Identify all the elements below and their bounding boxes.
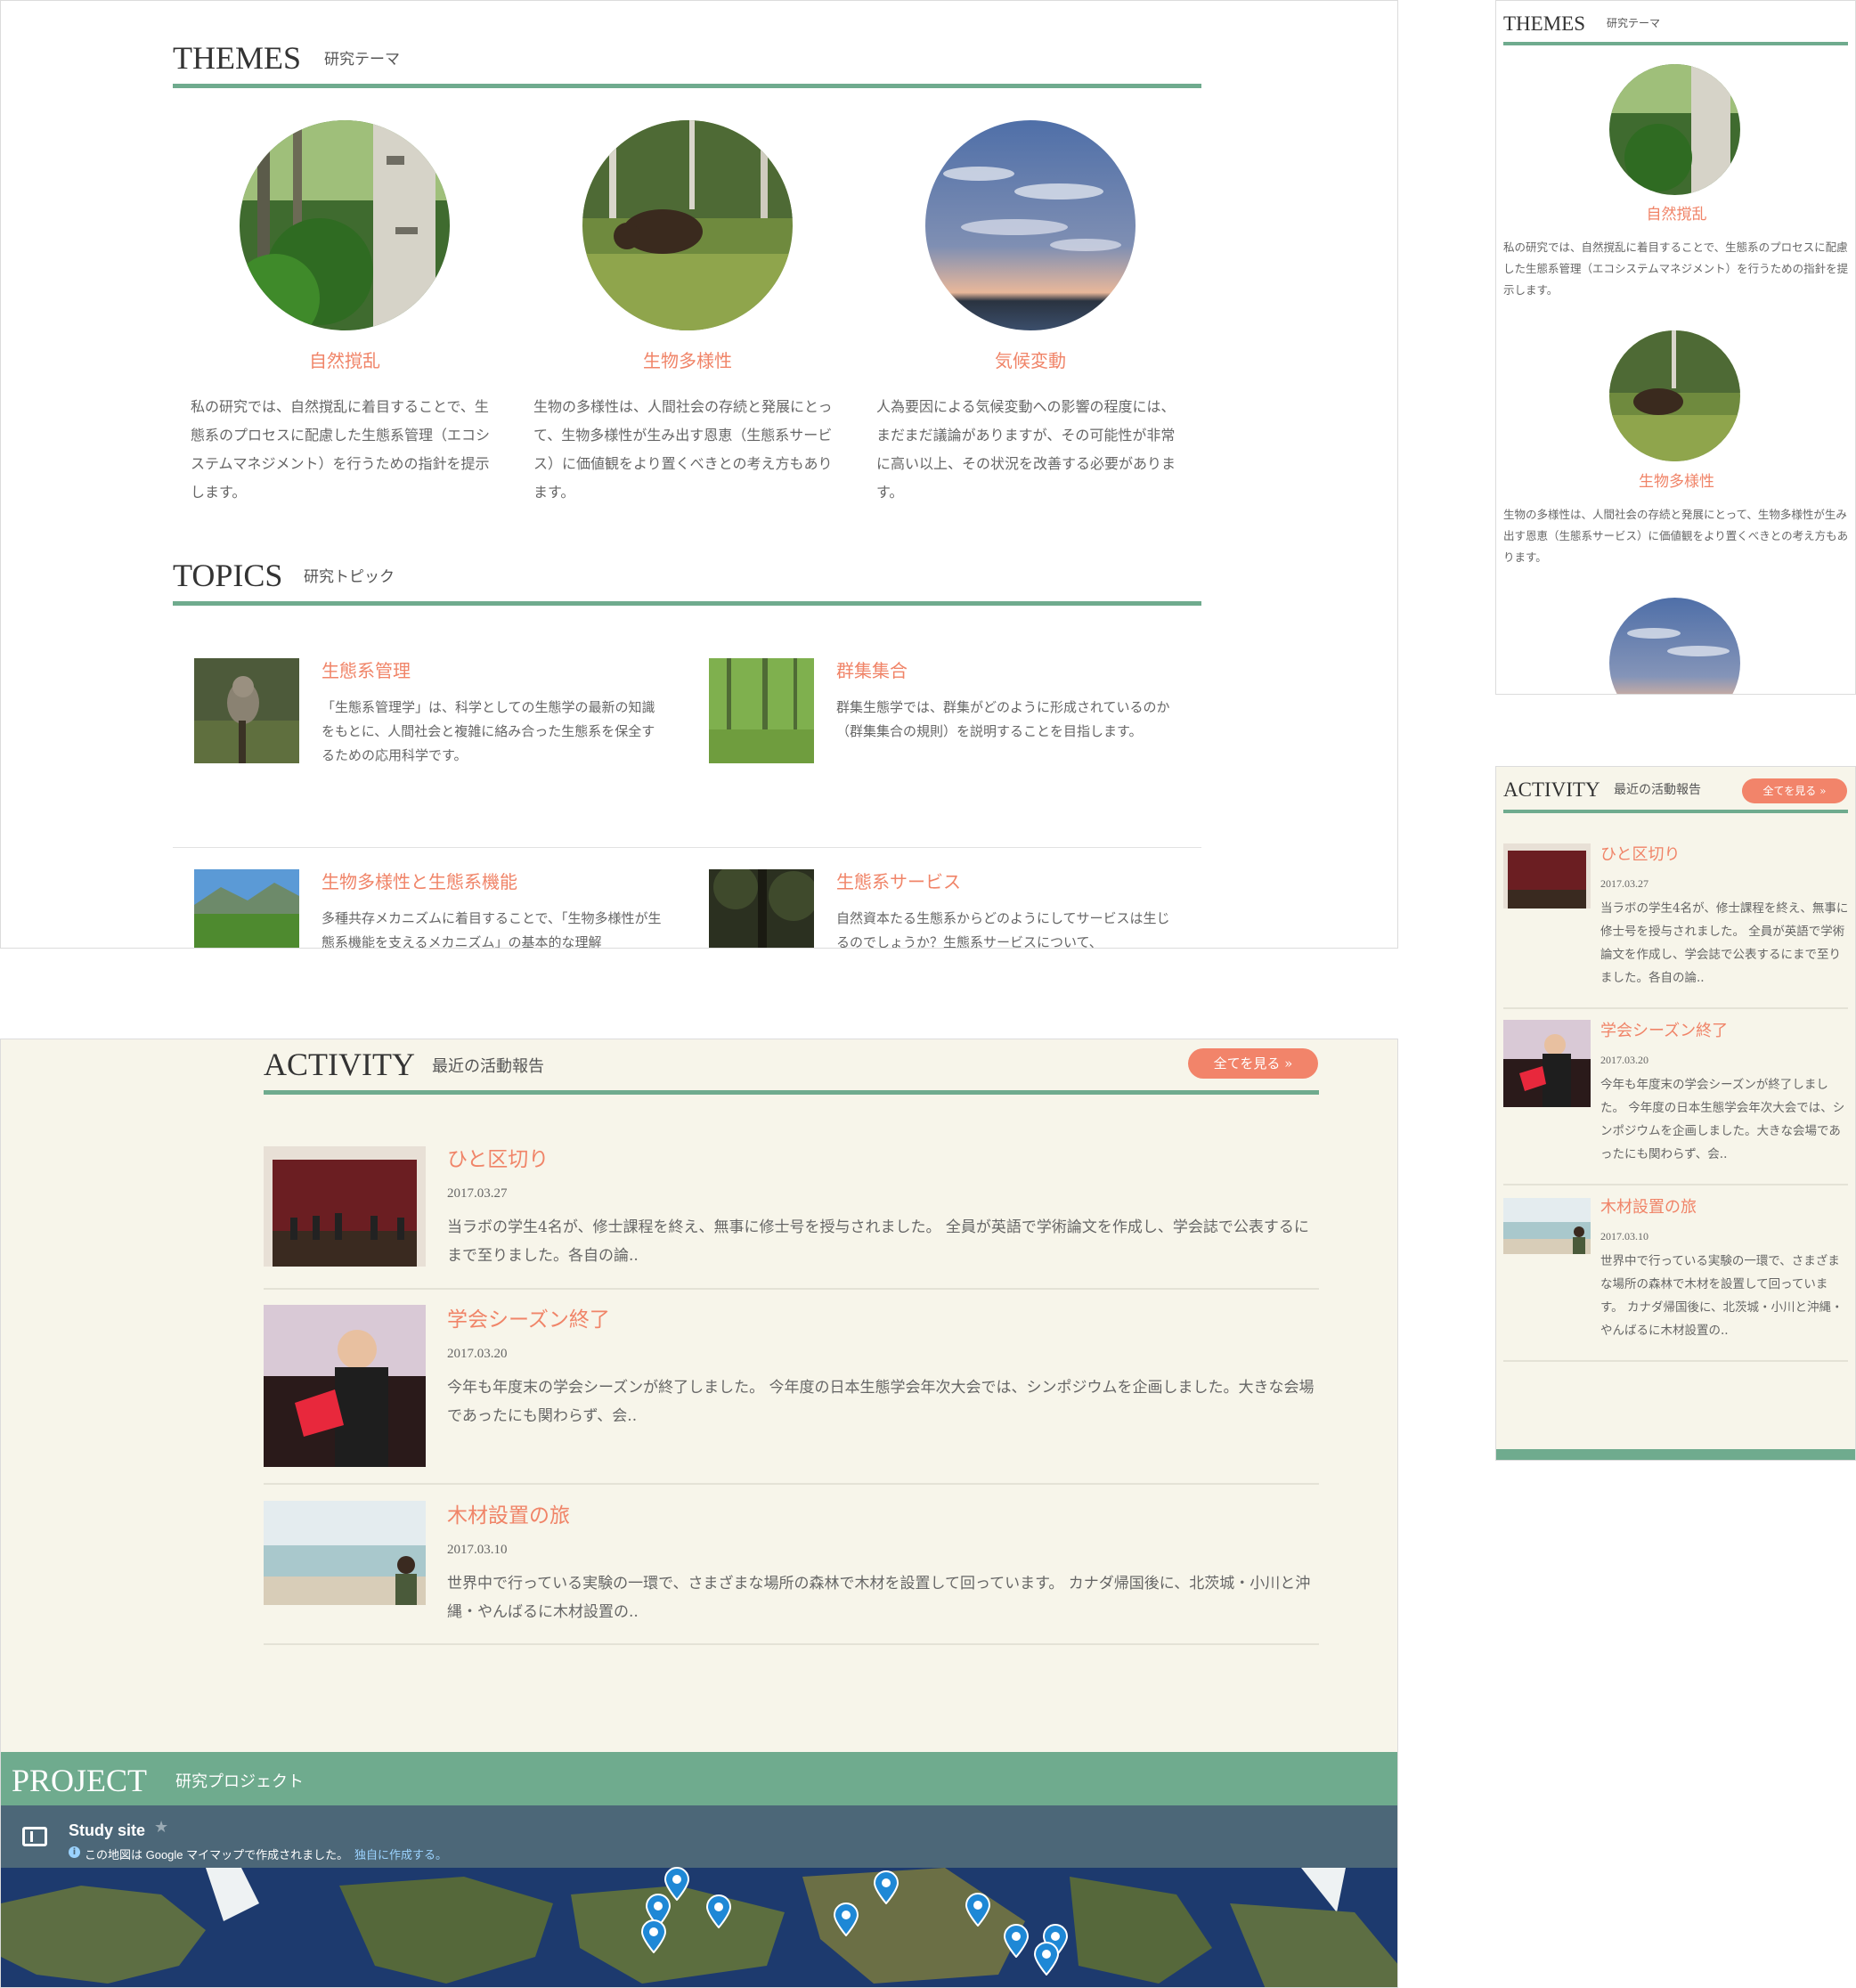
map-pin-icon[interactable] xyxy=(873,1870,900,1904)
theme-title-disturbance[interactable]: 自然撹乱 xyxy=(211,350,478,371)
mobile-activity-title-wood-trip[interactable]: 木材設置の旅 xyxy=(1600,1198,1697,1218)
activity-text-conference-season: 今年も年度末の学会シーズンが終了しました。 今年度の日本生態学会年次大会では、シ… xyxy=(447,1379,1315,1425)
mobile-activity-text-wood-trip: 世界中で行っている実験の一環で、さまざまな場所の森林で木材を設置して回っています… xyxy=(1600,1254,1844,1338)
map-create-link[interactable]: 独自に作成する。 xyxy=(354,1845,447,1862)
theme-title-climate[interactable]: 気候変動 xyxy=(897,350,1164,371)
mobile-theme-title-biodiversity[interactable]: 生物多様性 xyxy=(1496,473,1855,491)
mobile-activity-image-beach[interactable] xyxy=(1503,1198,1591,1254)
map-pin-icon[interactable] xyxy=(640,1919,667,1953)
mobile-theme-title-disturbance[interactable]: 自然撹乱 xyxy=(1496,206,1855,224)
mobile-activity-title-conference-season[interactable]: 学会シーズン終了 xyxy=(1600,1022,1728,1041)
desktop-top-panel: THEMES 研究テーマ 自然撹乱 私の研究では、自然撹乱に着目することで、生態… xyxy=(0,0,1398,949)
mobile-activity-date-milestone: 2017.03.27 xyxy=(1600,877,1648,890)
themes-heading: THEMES xyxy=(173,40,301,76)
topics-divider xyxy=(173,847,1201,848)
mobile-activity-divider-2 xyxy=(1503,1184,1848,1185)
mobile-activity-title-milestone[interactable]: ひと区切り xyxy=(1600,845,1680,865)
mobile-themes-subheading: 研究テーマ xyxy=(1607,17,1661,29)
mobile-activity-heading: ACTIVITY xyxy=(1503,778,1600,801)
activity-date-conference-season: 2017.03.20 xyxy=(447,1347,508,1361)
mobile-activity-date-wood-trip: 2017.03.10 xyxy=(1600,1230,1648,1242)
theme-text-climate: 人為要因による気候変動への影響の程度には、まだまだ議論がありますが、その可能性が… xyxy=(876,398,1176,501)
activity-image-award[interactable] xyxy=(264,1305,426,1467)
project-subheading: 研究プロジェクト xyxy=(175,1772,304,1791)
mobile-theme-text-disturbance: 私の研究では、自然撹乱に着目することで、生態系のプロセスに配慮した生態系管理（エ… xyxy=(1503,240,1849,297)
themes-rule xyxy=(173,84,1201,88)
theme-image-bear[interactable] xyxy=(582,120,793,330)
topic-image-tree-canopy[interactable] xyxy=(709,869,814,948)
mobile-theme-image-forest[interactable] xyxy=(1609,64,1740,195)
map-note: この地図は Google マイマップで作成されました。 xyxy=(85,1848,349,1862)
themes-subheading: 研究テーマ xyxy=(324,51,400,69)
activity-title-milestone[interactable]: ひと区切り xyxy=(447,1148,549,1173)
activity-date-milestone: 2017.03.27 xyxy=(447,1186,508,1201)
topic-image-mountain-field[interactable] xyxy=(194,869,299,948)
activity-divider-3 xyxy=(264,1643,1319,1645)
topic-text-community-assembly: 群集生態学では、群集がどのように形成されているのか（群集集合の規則）を説明するこ… xyxy=(836,699,1170,739)
topic-text-ecosystem-management: 「生態系管理学」は、科学としての生態学の最新の知識をもとに、人間社会と複雑に絡み… xyxy=(322,699,655,763)
topic-text-ecosystem-services: 自然資本たる生態系からどのようにしてサービスは生じるのでしょうか？生態系サービス… xyxy=(836,910,1170,949)
activity-subheading: 最近の活動報告 xyxy=(432,1057,544,1076)
mobile-activity-image-ceremony[interactable] xyxy=(1503,843,1591,908)
topic-title-ecosystem-services[interactable]: 生態系サービス xyxy=(836,871,961,892)
mobile-activity-rule xyxy=(1503,810,1848,813)
map-pin-icon[interactable] xyxy=(1003,1924,1030,1958)
map-pin-icon[interactable] xyxy=(965,1893,991,1927)
mobile-themes-heading: THEMES xyxy=(1503,12,1585,35)
map-pin-icon[interactable] xyxy=(705,1894,732,1928)
map-sidebar-icon[interactable] xyxy=(22,1827,47,1846)
mobile-activity-see-all-button[interactable]: 全てを見る » xyxy=(1742,778,1847,803)
topic-image-green-forest[interactable] xyxy=(709,658,814,763)
map-pin-icon[interactable] xyxy=(1033,1942,1060,1976)
topic-text-biodiversity-function: 多種共存メカニズムに着目することで、「生物多様性が生態系機能を支えるメカニズム」… xyxy=(322,910,662,949)
theme-title-biodiversity[interactable]: 生物多様性 xyxy=(554,350,821,371)
topic-title-biodiversity-function[interactable]: 生物多様性と生態系機能 xyxy=(322,871,517,892)
activity-divider-2 xyxy=(264,1483,1319,1485)
topics-subheading: 研究トピック xyxy=(304,568,395,586)
mobile-footer-rule xyxy=(1496,1449,1855,1460)
activity-title-conference-season[interactable]: 学会シーズン終了 xyxy=(447,1308,610,1333)
mobile-activity-subheading: 最近の活動報告 xyxy=(1614,783,1701,797)
star-icon[interactable]: ★ xyxy=(154,1818,168,1837)
topic-title-community-assembly[interactable]: 群集集合 xyxy=(836,660,908,681)
mobile-bottom-panel: ACTIVITY 最近の活動報告 全てを見る » ひと区切り 2017.03.2… xyxy=(1495,766,1856,1461)
project-bar: PROJECT 研究プロジェクト xyxy=(1,1752,1397,1805)
topic-title-ecosystem-management[interactable]: 生態系管理 xyxy=(322,660,411,681)
mobile-activity-divider-1 xyxy=(1503,1007,1848,1009)
theme-image-forest[interactable] xyxy=(240,120,450,330)
activity-heading: ACTIVITY xyxy=(264,1047,415,1082)
mobile-theme-text-biodiversity: 生物の多様性は、人間社会の存続と発展にとって、生物多様性が生み出す恩恵（生態系サ… xyxy=(1503,508,1849,564)
activity-title-wood-trip[interactable]: 木材設置の旅 xyxy=(447,1504,570,1529)
theme-text-disturbance: 私の研究では、自然撹乱に着目することで、生態系のプロセスに配慮した生態系管理（エ… xyxy=(191,398,491,501)
activity-text-wood-trip: 世界中で行っている実験の一環で、さまざまな場所の森林で木材を設置して回っています… xyxy=(447,1575,1311,1621)
topic-image-owl[interactable] xyxy=(194,658,299,763)
activity-rule xyxy=(264,1090,1319,1095)
activity-date-wood-trip: 2017.03.10 xyxy=(447,1543,508,1557)
info-icon: i xyxy=(69,1846,80,1858)
mobile-activity-divider-3 xyxy=(1503,1360,1848,1362)
topics-heading: TOPICS xyxy=(173,558,283,593)
mobile-themes-rule xyxy=(1503,42,1848,45)
activity-image-ceremony[interactable] xyxy=(264,1146,426,1267)
activity-see-all-button[interactable]: 全てを見る » xyxy=(1188,1048,1318,1079)
activity-divider-1 xyxy=(264,1288,1319,1290)
mobile-top-panel: THEMES 研究テーマ 自然撹乱 私の研究では、自然撹乱に着目することで、生態… xyxy=(1495,0,1856,695)
map-title[interactable]: Study site xyxy=(69,1821,145,1840)
project-heading: PROJECT xyxy=(12,1763,148,1798)
world-map[interactable] xyxy=(1,1868,1397,1987)
desktop-bottom-panel: ACTIVITY 最近の活動報告 全てを見る » ひと区切り 2017.03.2… xyxy=(0,1039,1398,1988)
mobile-theme-image-bear[interactable] xyxy=(1609,330,1740,461)
activity-image-beach[interactable] xyxy=(264,1501,426,1605)
theme-text-biodiversity: 生物の多様性は、人間社会の存続と発展にとって、生物多様性が生み出す恩恵（生態系サ… xyxy=(533,398,833,501)
topics-rule xyxy=(173,601,1201,606)
map-pin-icon[interactable] xyxy=(833,1902,859,1936)
mobile-theme-image-sky[interactable] xyxy=(1609,598,1740,694)
activity-text-milestone: 当ラボの学生4名が、修士課程を終え、無事に修士号を授与されました。 全員が英語で… xyxy=(447,1218,1309,1265)
mobile-activity-date-conference-season: 2017.03.20 xyxy=(1600,1054,1648,1066)
mobile-activity-text-conference-season: 今年も年度末の学会シーズンが終了しました。 今年度の日本生態学会年次大会では、シ… xyxy=(1600,1078,1845,1161)
theme-image-sky[interactable] xyxy=(925,120,1136,330)
mobile-activity-image-award[interactable] xyxy=(1503,1020,1591,1107)
map-header: Study site ★ i この地図は Google マイマップで作成されまし… xyxy=(1,1805,1397,1868)
mobile-activity-text-milestone: 当ラボの学生4名が、修士課程を終え、無事に修士号を授与されました。 全員が英語で… xyxy=(1600,901,1849,985)
